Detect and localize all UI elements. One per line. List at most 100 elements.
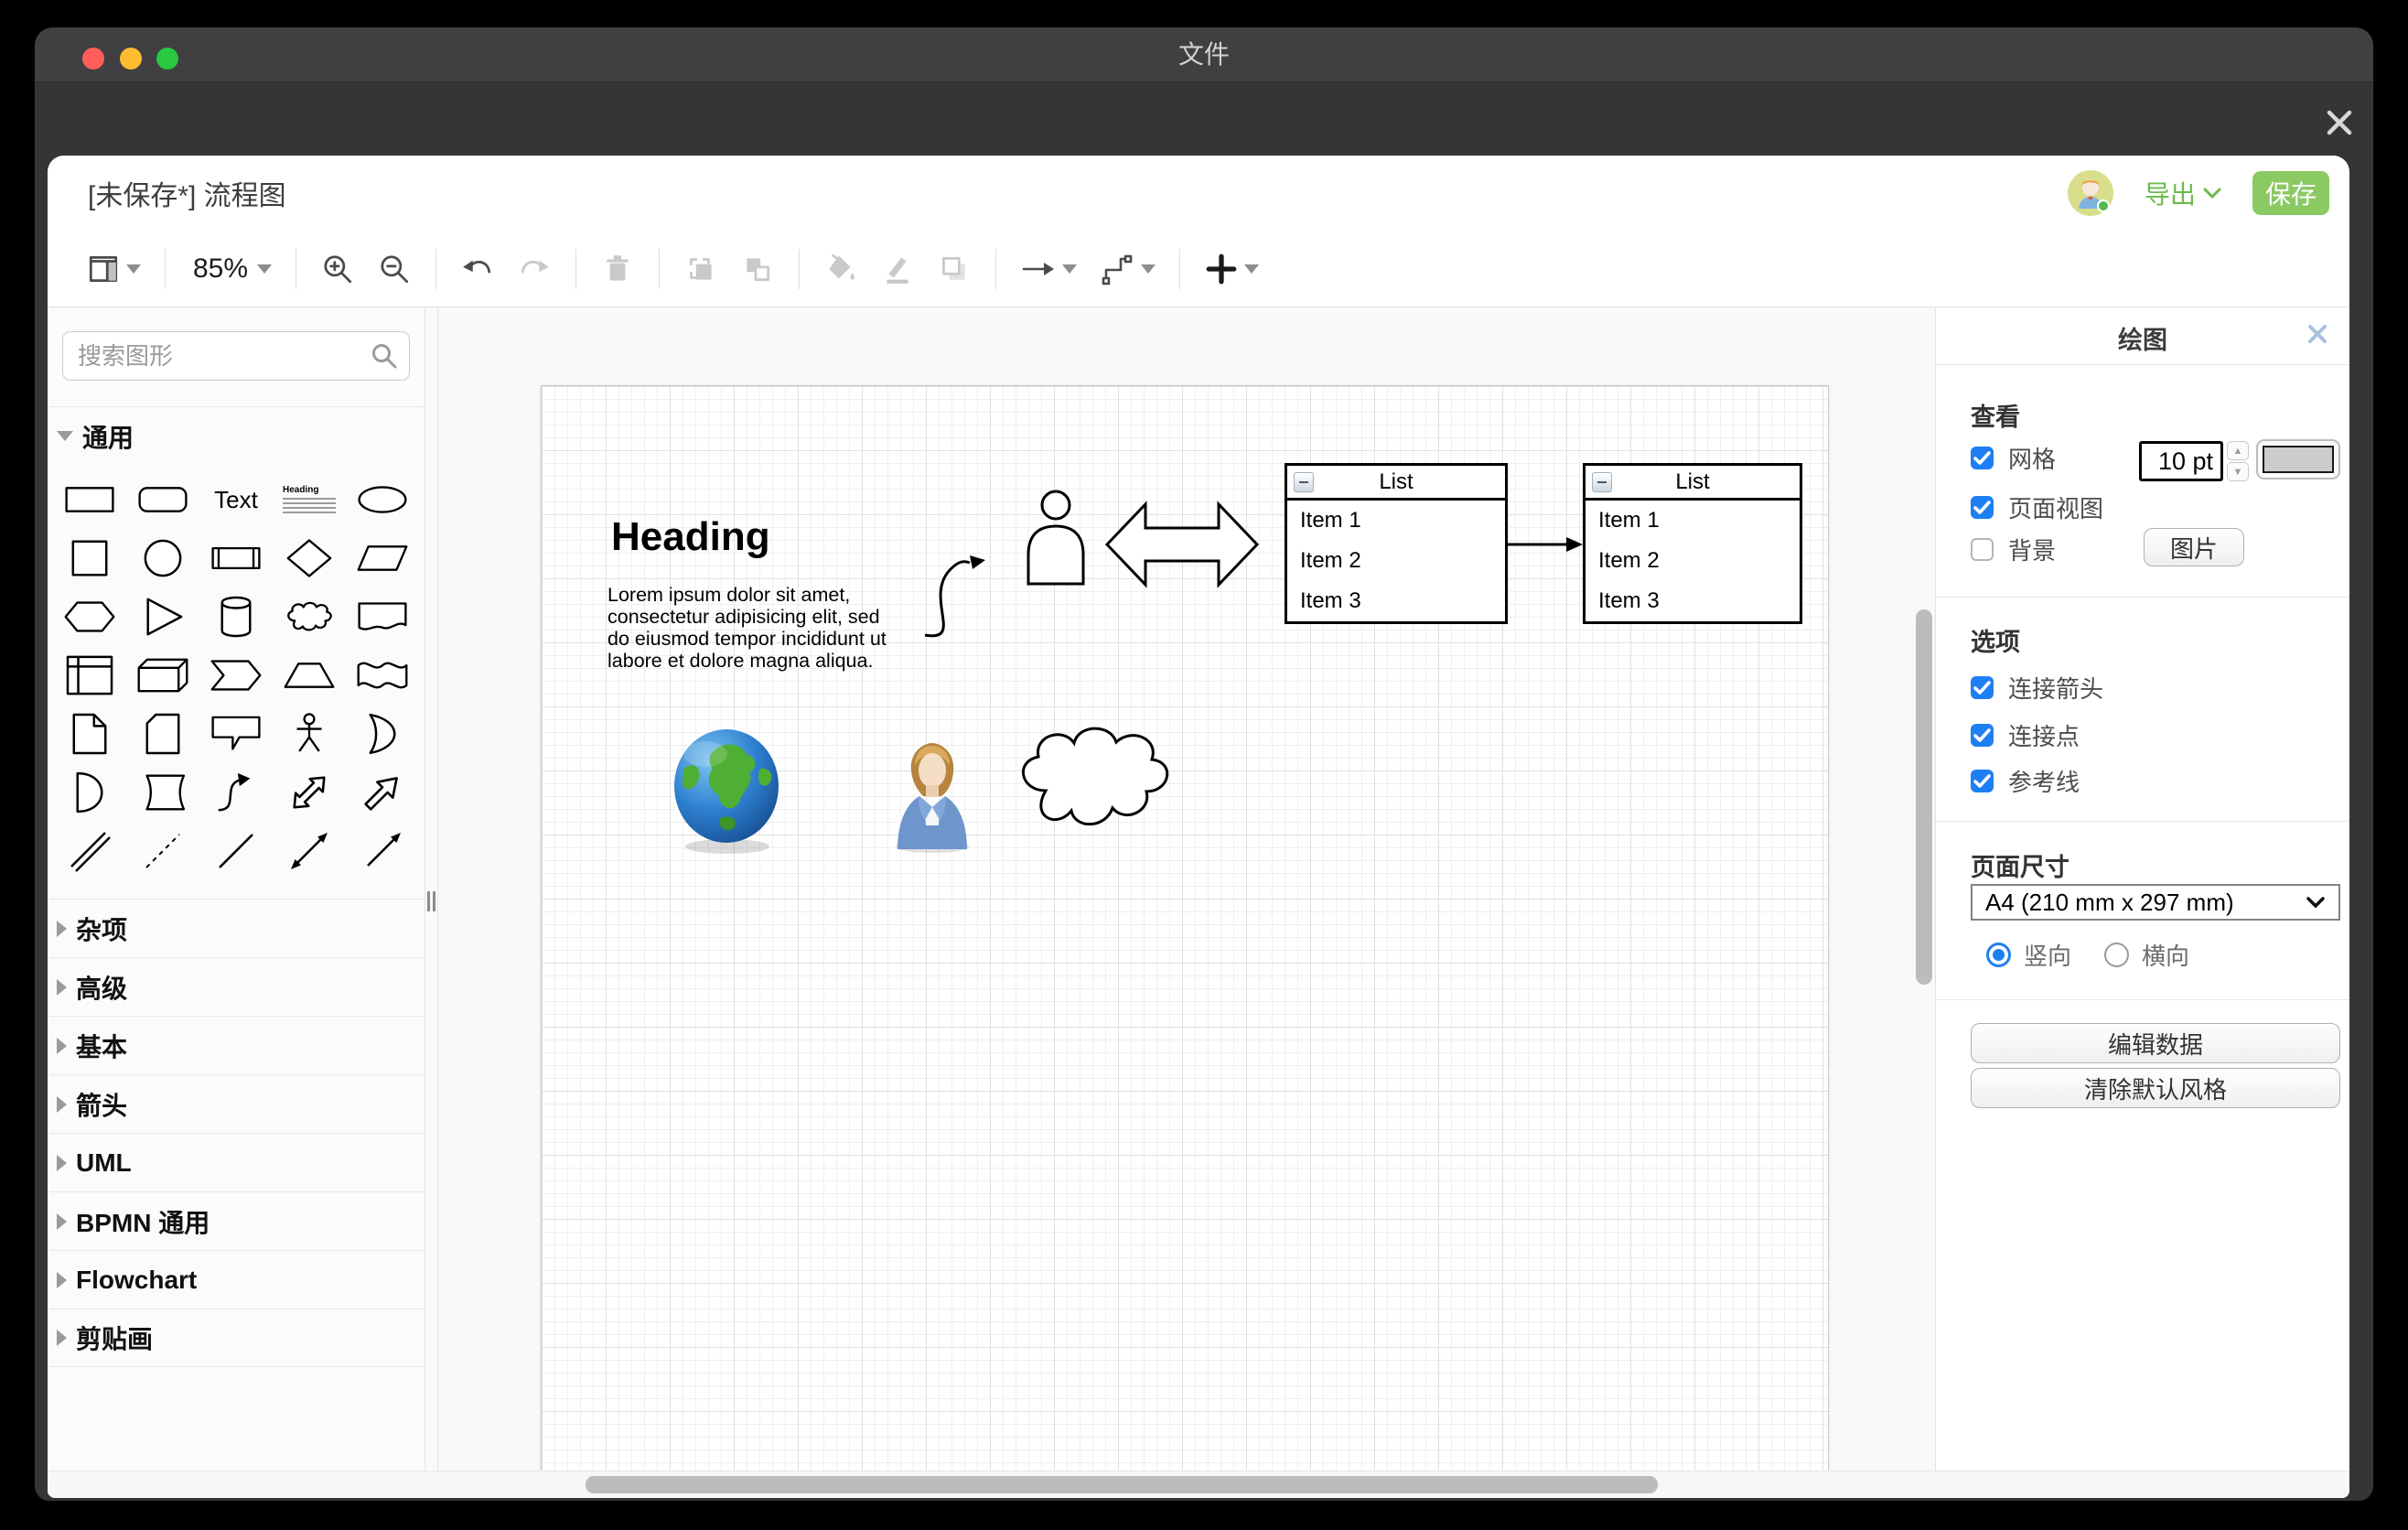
- shape-dashed-line[interactable]: [126, 822, 199, 880]
- zoom-level-button[interactable]: 85%: [178, 242, 283, 296]
- to-back-button[interactable]: [729, 242, 786, 296]
- collapse-icon[interactable]: [1592, 472, 1612, 492]
- background-checkbox[interactable]: [1971, 538, 1994, 561]
- shape-text[interactable]: Text: [199, 470, 273, 529]
- shape-or[interactable]: [346, 705, 419, 763]
- list-item[interactable]: Item 3: [1287, 581, 1505, 621]
- shape-callout[interactable]: [199, 705, 273, 763]
- sidebar-section-general[interactable]: 通用: [48, 406, 425, 465]
- panel-close-icon[interactable]: [2306, 322, 2329, 346]
- grid-color-swatch[interactable]: [2256, 439, 2340, 479]
- shape-document[interactable]: [346, 587, 419, 646]
- canvas-actor-shape[interactable]: [1021, 489, 1091, 586]
- shape-bidirectional-connector[interactable]: [273, 822, 346, 880]
- shape-square[interactable]: [53, 529, 126, 587]
- shape-rounded-rectangle[interactable]: [126, 470, 199, 529]
- horizontal-scrollbar[interactable]: [586, 1476, 1658, 1493]
- guides-checkbox[interactable]: [1971, 770, 1994, 792]
- shape-tape[interactable]: [346, 646, 419, 705]
- landscape-radio[interactable]: [2104, 943, 2129, 967]
- grid-size-stepper[interactable]: ▲ ▼: [2227, 441, 2249, 481]
- sidebar-resize-handle[interactable]: [427, 891, 436, 911]
- sidebar-section-clipart[interactable]: 剪贴画: [48, 1309, 425, 1367]
- zoom-out-button[interactable]: [366, 242, 423, 296]
- insert-button[interactable]: [1193, 242, 1270, 296]
- shape-parallelogram[interactable]: [346, 529, 419, 587]
- grid-checkbox[interactable]: [1971, 447, 1994, 469]
- sidebar-section-flowchart[interactable]: Flowchart: [48, 1250, 425, 1309]
- canvas-heading-shape[interactable]: Heading: [611, 514, 770, 560]
- shape-rectangle[interactable]: [53, 470, 126, 529]
- shape-process[interactable]: [199, 529, 273, 587]
- search-input[interactable]: [62, 331, 410, 381]
- undo-button[interactable]: [449, 242, 506, 296]
- page-view-checkbox[interactable]: [1971, 496, 1994, 519]
- sidebar-section-bpmn[interactable]: BPMN 通用: [48, 1191, 425, 1250]
- portrait-radio[interactable]: [1986, 943, 2011, 967]
- shape-directional-connector[interactable]: [346, 822, 419, 880]
- canvas-paragraph-shape[interactable]: Lorem ipsum dolor sit amet, consectetur …: [607, 584, 887, 672]
- shape-curve[interactable]: [199, 763, 273, 822]
- view-layout-button[interactable]: [75, 242, 152, 296]
- list-item[interactable]: Item 1: [1287, 501, 1505, 541]
- sidebar-section-advanced[interactable]: 高级: [48, 957, 425, 1016]
- shape-arrow[interactable]: [346, 763, 419, 822]
- fill-color-button[interactable]: [812, 242, 869, 296]
- list-item[interactable]: Item 1: [1586, 501, 1800, 541]
- shape-cube[interactable]: [126, 646, 199, 705]
- shape-cylinder[interactable]: [199, 587, 273, 646]
- list-item[interactable]: Item 2: [1287, 541, 1505, 581]
- canvas-globe-clipart[interactable]: [669, 727, 786, 855]
- connector-style-button[interactable]: [1088, 242, 1166, 296]
- shape-line[interactable]: [199, 822, 273, 880]
- list-item[interactable]: Item 2: [1586, 541, 1800, 581]
- save-button[interactable]: 保存: [2252, 171, 2329, 215]
- stepper-down-icon[interactable]: ▼: [2227, 462, 2249, 481]
- background-checkbox-row[interactable]: 背景: [1971, 533, 2056, 566]
- grid-size-input[interactable]: [2139, 441, 2223, 481]
- grid-checkbox-row[interactable]: 网格: [1971, 441, 2056, 475]
- edit-data-button[interactable]: 编辑数据: [1971, 1023, 2340, 1063]
- canvas-list-shape[interactable]: List Item 1 Item 2 Item 3: [1285, 463, 1508, 624]
- page-size-select[interactable]: A4 (210 mm x 297 mm): [1971, 884, 2340, 921]
- connection-points-checkbox-row[interactable]: 连接点: [1971, 718, 2080, 752]
- list-item[interactable]: Item 3: [1586, 581, 1800, 621]
- user-avatar[interactable]: [2068, 170, 2113, 216]
- collapse-icon[interactable]: [1294, 472, 1314, 492]
- to-front-button[interactable]: [672, 242, 729, 296]
- shape-actor[interactable]: [273, 705, 346, 763]
- diagram-canvas[interactable]: Heading Lorem ipsum dolor sit amet, cons…: [438, 307, 1935, 1471]
- portrait-label[interactable]: 竖向: [2024, 938, 2071, 972]
- canvas-list-shape[interactable]: List Item 1 Item 2 Item 3: [1583, 463, 1802, 624]
- sidebar-section-basic[interactable]: 基本: [48, 1016, 425, 1074]
- page-view-checkbox-row[interactable]: 页面视图: [1971, 490, 2103, 524]
- shadow-button[interactable]: [926, 242, 983, 296]
- shape-circle[interactable]: [126, 529, 199, 587]
- shape-trapezoid[interactable]: [273, 646, 346, 705]
- shape-internal-storage[interactable]: [53, 646, 126, 705]
- shape-bidirectional-arrow[interactable]: [273, 763, 346, 822]
- shape-and[interactable]: [53, 763, 126, 822]
- sidebar-section-arrows[interactable]: 箭头: [48, 1074, 425, 1133]
- zoom-in-button[interactable]: [309, 242, 366, 296]
- connection-arrow-button[interactable]: [1009, 242, 1088, 296]
- canvas-curve-arrow[interactable]: [918, 538, 994, 641]
- background-image-button[interactable]: 图片: [2144, 528, 2244, 566]
- shape-triangle[interactable]: [126, 587, 199, 646]
- clear-default-style-button[interactable]: 清除默认风格: [1971, 1068, 2340, 1108]
- close-icon[interactable]: [2322, 105, 2357, 140]
- canvas-cloud-shape[interactable]: [1010, 719, 1182, 836]
- connection-arrows-checkbox-row[interactable]: 连接箭头: [1971, 671, 2103, 705]
- delete-button[interactable]: [589, 242, 646, 296]
- shape-step[interactable]: [199, 646, 273, 705]
- shape-card[interactable]: [126, 705, 199, 763]
- export-button[interactable]: 导出: [2145, 175, 2221, 211]
- canvas-double-arrow-shape[interactable]: [1103, 489, 1261, 600]
- shape-hexagon[interactable]: [53, 587, 126, 646]
- shape-cloud[interactable]: [273, 587, 346, 646]
- sidebar-section-misc[interactable]: 杂项: [48, 899, 425, 957]
- canvas-woman-clipart[interactable]: [888, 738, 976, 853]
- shape-link[interactable]: [53, 822, 126, 880]
- landscape-label[interactable]: 横向: [2142, 938, 2189, 972]
- canvas-connector-arrow[interactable]: [1508, 535, 1585, 554]
